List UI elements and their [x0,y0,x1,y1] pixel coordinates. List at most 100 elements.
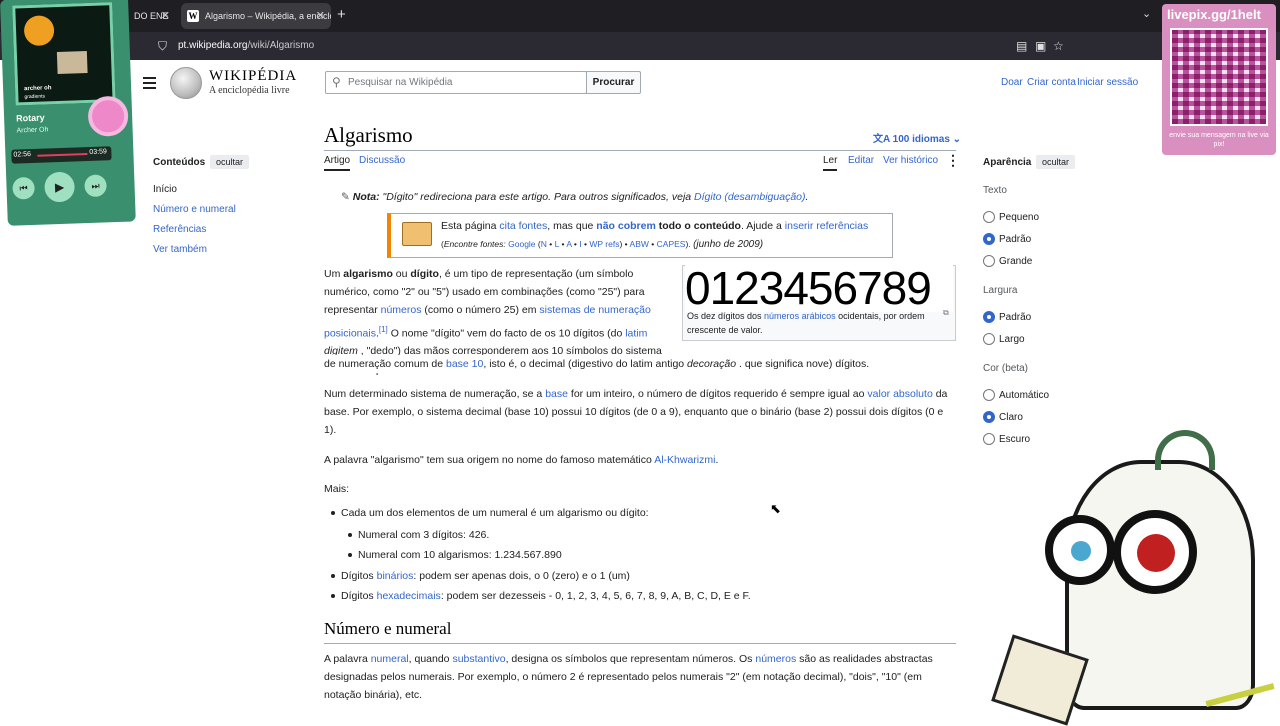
radio-text-padrao[interactable] [983,233,995,245]
tab-ver-historico[interactable]: Ver histórico [883,155,938,166]
radio-label: Claro [999,412,1023,423]
toc-item-numero-e-numeral[interactable]: Número e numeral [153,204,236,215]
notice-text: , mas que [547,220,597,232]
browser-tab-bar: DO ENE ✕ W Algarismo – Wikipédia, a enci… [0,0,1280,32]
paragraph-numeral: A palavra numeral, quando substantivo, d… [324,650,949,705]
nao-cobrem-link[interactable]: não cobrem [596,220,656,232]
search-box[interactable]: ⚲ [325,71,587,94]
binarios-link[interactable]: binários [377,570,414,582]
sunflower-icon [23,15,55,47]
search-icon: ⚲ [332,75,341,89]
glasses-right [1113,510,1197,594]
donate-link[interactable]: Doar [1001,77,1023,88]
wikipedia-wordmark[interactable]: WIKIPÉDIA [209,68,297,85]
digits-image[interactable]: 0123456789 [685,264,953,312]
numeral-link[interactable]: numeral [371,653,409,665]
toc-hide-button[interactable]: ocultar [210,155,250,169]
al-khwarizmi-link[interactable]: Al-Khwarizmi [654,454,715,466]
radio-width-padrao[interactable] [983,311,995,323]
search-button[interactable]: Procurar [586,71,641,94]
main-menu-icon[interactable] [143,77,156,89]
radio-label: Automático [999,390,1050,401]
text-size-label: Texto [983,185,1007,196]
search-input[interactable] [348,74,578,91]
tab-algarismo[interactable]: W Algarismo – Wikipédia, a enciclo ✕ [181,3,331,29]
language-selector[interactable]: 文A 100 idiomas ⌄ [873,130,961,145]
toc-title: Conteúdos [153,157,206,168]
sep: • [573,239,577,249]
radio-text-pequeno[interactable] [983,211,995,223]
images-link[interactable]: I [579,239,581,249]
close-tab-icon[interactable]: ✕ [161,3,170,29]
news-link[interactable]: N [541,239,547,249]
valor-absoluto-link[interactable]: valor absoluto [867,388,932,400]
numeros-arabicos-link[interactable]: números arábicos [764,311,836,321]
list-item: Numeral com 10 algarismos: 1.234.567.890 [358,549,562,561]
qr-code-icon [1170,28,1268,126]
appearance-hide-button[interactable]: ocultar [1036,155,1076,169]
new-tab-icon[interactable]: + [337,6,346,23]
radio-label: Pequeno [999,212,1040,223]
substantivo-link[interactable]: substantivo [452,653,505,665]
list-bullet [331,511,335,515]
cita-fontes-link[interactable]: cita fontes [499,220,547,232]
google-link[interactable]: Google [508,239,535,249]
abw-link[interactable]: ABW [630,239,649,249]
album-text: gradients [24,93,46,101]
enlarge-icon[interactable]: ⧉ [943,308,949,318]
radio-label: Largo [999,334,1025,345]
wikipedia-tagline: A enciclopédia livre [209,85,290,96]
livepix-caption: envie sua mensagem na live via pix! [1169,132,1269,148]
numeros-link[interactable]: números [755,653,796,665]
radio-label: Padrão [999,312,1032,323]
hexadecimais-link[interactable]: hexadecimais [377,590,441,602]
tab-discussao[interactable]: Discussão [359,155,405,166]
numeros-link[interactable]: números [381,304,422,316]
site-security-icon[interactable]: ⛉ [158,32,167,60]
wikipedia-globe-logo[interactable] [170,67,202,99]
tab-artigo[interactable]: Artigo [324,155,351,171]
base-link[interactable]: base [545,388,568,400]
radio-width-largo[interactable] [983,333,995,345]
login-link[interactable]: Iniciar sessão [1077,77,1138,88]
tab-editar[interactable]: Editar [848,155,874,166]
text: Num determinado sistema de numeração, se… [324,388,546,400]
hatnote-text: "Dígito" redireciona para este artigo. P… [379,191,695,203]
translate-icon: 文A [873,134,890,145]
reference-link[interactable]: [1] [379,325,388,334]
create-account-link[interactable]: Criar conta [1027,77,1076,88]
url-field[interactable]: pt.wikipedia.org/wiki/Algarismo [178,32,314,60]
more-tools-icon[interactable]: ⋮ [946,152,960,169]
notice-date: (junho de 2009) [693,239,764,250]
bookmark-star-icon[interactable]: ☆ [1053,32,1064,60]
inserir-referencias-link[interactable]: inserir referências [785,220,868,232]
figure-caption: Os dez dígitos dos números arábicos ocid… [687,309,942,337]
tab-list-chevron-icon[interactable]: ⌄ [1142,7,1151,20]
capes-link[interactable]: CAPES [657,239,686,249]
radio-text-grande[interactable] [983,255,995,267]
paren: ). [685,239,691,249]
notice-bold: todo o conteúdo [655,220,741,232]
toc-item-referencias[interactable]: Referências [153,224,206,235]
album-text: archer oh [24,85,52,93]
radio-color-escuro[interactable] [983,433,995,445]
books-link[interactable]: L [555,239,559,249]
time-total: 03:59 [89,148,108,156]
radio-color-automatico[interactable] [983,389,995,401]
section-divider [324,643,956,644]
wp-refs-link[interactable]: WP refs [589,239,619,249]
radio-color-claro[interactable] [983,411,995,423]
caption-text: Os dez dígitos dos [687,311,765,321]
screenshot-icon[interactable]: ▣ [1035,32,1046,60]
scholar-link[interactable]: A [566,239,571,249]
tab-ler[interactable]: Ler [823,155,838,171]
base-10-link[interactable]: base 10 [446,358,483,370]
toc-item-ver-tambem[interactable]: Ver também [153,244,207,255]
hatnote-link[interactable]: Dígito (desambiguação) [694,191,805,203]
hatnote: ✎ Nota: "Dígito" redireciona para este a… [341,191,808,203]
close-tab-icon[interactable]: ✕ [316,3,325,29]
appearance-title: Aparência [983,157,1032,168]
toc-item-inicio[interactable]: Início [153,184,177,195]
reader-view-icon[interactable]: ▤ [1016,32,1027,60]
text: A palavra "algarismo" tem sua origem no … [324,454,655,466]
